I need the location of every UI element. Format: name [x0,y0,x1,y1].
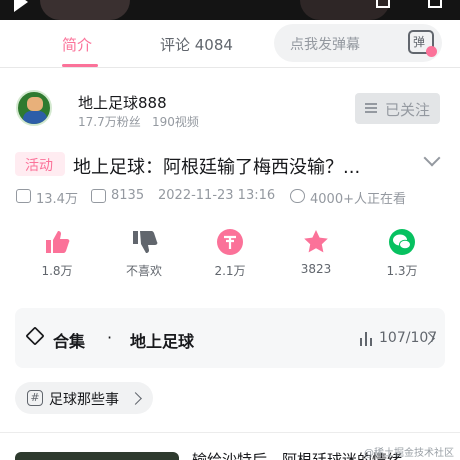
uploader-fans: 17.7万粉丝 [78,115,141,129]
tab-bar: 简介 评论 4084 点我发弹幕 弹 [0,20,460,68]
danmaku-toggle-button[interactable]: 弹 [408,30,437,57]
danmaku-enabled-badge [426,46,437,57]
tab-active-indicator [62,64,98,67]
uploader-avatar[interactable] [16,90,52,126]
video-title: 地上足球：阿根廷输了梅西没输？... [73,157,361,178]
menu-icon [365,103,377,113]
collection-card[interactable]: 合集 · 地上足球 107/107 [15,308,445,368]
danmaku-input[interactable]: 点我发弹幕 弹 [274,24,442,62]
fullscreen-icon[interactable] [376,0,390,8]
chevron-right-icon [129,392,142,405]
danmaku-placeholder: 点我发弹幕 [290,37,360,53]
follow-button[interactable]: 已关注 [355,93,440,124]
episode-bars-icon [360,332,374,346]
dislike-button[interactable]: 不喜欢 [114,228,174,279]
topic-label: 足球那些事 [49,392,119,408]
favorite-button[interactable]: 3823 [286,228,346,276]
collection-name: 地上足球 [130,332,195,351]
video-frame-decoration [40,0,130,20]
share-count: 1.3万 [386,264,418,278]
dislike-label: 不喜欢 [125,264,162,278]
related-video-thumbnail[interactable] [15,452,179,460]
avatar-shirt [23,111,47,124]
publish-date: 2022-11-23 13:16 [158,188,276,203]
follow-label: 已关注 [385,101,431,119]
event-tag-label: 活动 [25,158,53,174]
video-player-strip[interactable] [0,0,460,20]
danmaku-icon: 弹 [413,35,426,49]
coin-count: 2.1万 [214,264,246,278]
view-count: 13.4万 [36,192,78,207]
collection-label: 合集 [53,332,86,351]
coin-icon [216,228,244,256]
avatar-face [27,97,43,111]
collection-separator: · [107,328,113,347]
favorite-count: 3823 [300,262,332,276]
tab-comments[interactable]: 评论 4084 [160,34,233,55]
coin-button[interactable]: 2.1万 [200,228,260,279]
thumb-up-icon [43,228,71,256]
wechat-icon [388,228,416,256]
like-count: 1.8万 [41,264,73,278]
uploader-name[interactable]: 地上足球888 [78,92,167,113]
event-tag[interactable]: 活动 [15,152,65,176]
danmaku-count-icon [91,189,106,203]
star-icon [302,228,330,256]
play-count-icon [16,189,31,203]
watching-now: 4000+人正在看 [310,192,406,207]
like-button[interactable]: 1.8万 [27,228,87,279]
section-divider [0,432,460,433]
uploader-video-count: 190视频 [152,115,199,129]
topic-tag[interactable]: # 足球那些事 [15,382,153,414]
danmaku-count: 8135 [111,188,145,203]
layers-icon [25,326,45,346]
chevron-down-icon[interactable] [423,149,441,167]
play-icon[interactable] [14,0,28,12]
share-export-icon[interactable] [428,0,442,8]
watermark: @稀土掘金技术社区 [364,448,454,459]
share-button[interactable]: 1.3万 [372,228,432,279]
thumb-down-icon [130,228,158,256]
tab-intro[interactable]: 简介 [62,34,92,55]
viewers-icon [290,189,305,203]
hashtag-icon: # [27,390,43,406]
